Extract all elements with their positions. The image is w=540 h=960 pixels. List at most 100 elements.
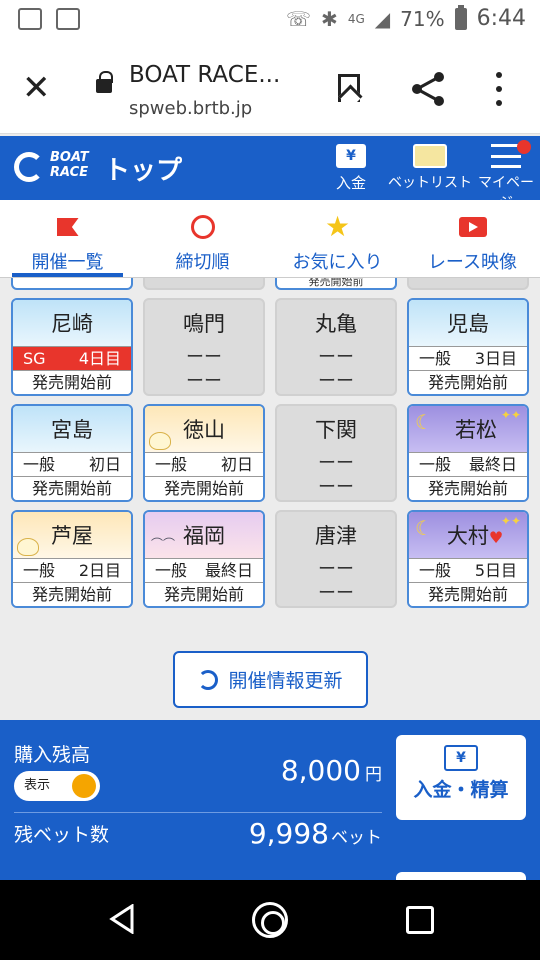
nfc-icon: ☏ (286, 6, 312, 31)
deposit-header-label: 入金 (336, 174, 367, 192)
heart-icon: ♥ (488, 528, 504, 547)
venue-day: 最終日 (204, 561, 253, 580)
venue-card-naruto[interactable]: 鳴門 ーー ーー (143, 298, 265, 396)
system-indicators: ☏ ✱ 4G ◢ 71% 6:44 (286, 4, 526, 31)
moon-icon: ☾ (415, 410, 433, 434)
venue-name-text: 芦屋 (51, 524, 93, 548)
venue-card-karatsu[interactable]: 唐津 ーー ーー (275, 510, 397, 608)
venue-card-partial[interactable] (407, 278, 529, 290)
venue-name: 丸亀 (315, 312, 357, 336)
venue-dash: ーー (186, 371, 222, 392)
venue-grade: 一般 (419, 349, 452, 368)
venue-status: 発売開始前 (145, 476, 263, 500)
venue-grade-row: 一般 最終日 (409, 452, 527, 476)
stars-icon: ✦✦ (500, 514, 521, 528)
venue-card-ashiya[interactable]: 芦屋 一般 2日目 発売開始前 (11, 510, 133, 608)
venue-day: 3日目 (474, 349, 517, 368)
venue-status: 発売開始前 (409, 370, 527, 394)
toggle-label: 表示 (24, 778, 51, 793)
venue-card-omura[interactable]: ☾ ✦✦ 大村♥ 一般 5日目 発売開始前 (407, 510, 529, 608)
balance-panel: 購入残高 表示 8,000 円 残ベット数 9,998 ベット ¥ 入金・精算 (0, 720, 540, 884)
share-icon[interactable] (412, 72, 446, 106)
video-icon (458, 217, 487, 237)
venue-name-text: 大村 (446, 524, 489, 548)
venue-grade-row: 一般 初日 (13, 452, 131, 476)
signal-icon: ◢ (374, 6, 391, 31)
venue-status: 発売開始前 (13, 370, 131, 394)
close-icon[interactable]: ✕ (22, 70, 51, 106)
betlist-header-button[interactable]: ベットリスト (388, 144, 472, 192)
venue-status: 発売開始前 (145, 582, 263, 606)
flag-icon (56, 218, 79, 236)
venue-day: 最終日 (468, 455, 517, 474)
clock-time: 6:44 (476, 6, 526, 31)
balance-amount: 8,000 (280, 754, 361, 787)
star-icon: ★ (324, 210, 351, 243)
venue-card-wakamatsu[interactable]: ☾ ✦✦ 若松 一般 最終日 発売開始前 (407, 404, 529, 502)
remaining-bets-label: 残ベット数 (14, 824, 110, 846)
image-notification-icon (18, 8, 42, 30)
venue-dash: ーー (186, 347, 222, 368)
bluetooth-icon: ✱ (321, 6, 338, 31)
deposit-header-button[interactable]: ¥ 入金 (336, 144, 366, 193)
venue-name: 徳山 (145, 406, 263, 452)
menu-icon (491, 140, 531, 168)
venue-dash: ーー (318, 559, 354, 580)
venue-dash: ーー (318, 453, 354, 474)
back-icon[interactable] (108, 904, 136, 934)
venue-grade: 一般 (155, 561, 188, 580)
network-type: 4G (347, 11, 365, 26)
venue-card-amagasaki[interactable]: 尼崎 SG 4日目 発売開始前 (11, 298, 133, 396)
notification-badge (517, 140, 531, 154)
venue-card-partial[interactable]: 発売開始前 (275, 278, 397, 290)
chick-mascot-icon (149, 432, 171, 450)
tab-label: 開催一覧 (31, 252, 104, 273)
scrolled-venue-row: 発売開始前 (0, 278, 540, 292)
browser-toolbar: ✕ BOAT RACE... spweb.brtb.jp (0, 42, 540, 134)
venue-card-marugame[interactable]: 丸亀 ーー ーー (275, 298, 397, 396)
venue-dash: ーー (318, 477, 354, 498)
venue-name: 鳴門 (183, 312, 225, 336)
bookmark-icon[interactable] (338, 74, 360, 102)
tab-schedule-list[interactable]: 開催一覧 (0, 200, 135, 277)
battery-percent: 71% (400, 6, 445, 31)
page-title[interactable]: BOAT RACE... (129, 62, 280, 88)
venue-name: 唐津 (315, 524, 357, 548)
venue-card-partial[interactable] (11, 278, 133, 290)
app-header: BOAT RACE トップ ¥ 入金 ベットリスト マイページ (0, 136, 540, 211)
app-title: トップ (104, 156, 183, 186)
bets-unit: ベット (331, 828, 382, 848)
tab-deadline-order[interactable]: 締切順 (135, 200, 270, 277)
refresh-schedule-button[interactable]: 開催情報更新 (173, 651, 368, 708)
tab-bar: 開催一覧 締切順 ★ お気に入り レース映像 (0, 200, 540, 278)
venue-day: 初日 (220, 455, 253, 474)
page-url[interactable]: spweb.brtb.jp (129, 98, 252, 119)
home-icon[interactable] (252, 902, 288, 938)
balance-visibility-toggle[interactable]: 表示 (14, 771, 100, 801)
venue-card-fukuoka[interactable]: ⌒⌒ 福岡 一般 最終日 発売開始前 (143, 510, 265, 608)
venue-grade-row: 一般 最終日 (145, 558, 263, 582)
boatrace-logo[interactable]: BOAT RACE (14, 150, 90, 184)
birds-icon: ⌒⌒ (151, 537, 176, 551)
purchase-balance-value: 8,000 円 (281, 754, 382, 787)
venue-card-tokuyama[interactable]: 徳山 一般 初日 発売開始前 (143, 404, 265, 502)
more-options-icon[interactable] (496, 72, 504, 106)
tab-race-video[interactable]: レース映像 (405, 200, 540, 277)
status-bar: ☏ ✱ 4G ◢ 71% 6:44 (0, 0, 540, 42)
venue-card-partial[interactable] (143, 278, 265, 290)
logo-swirl-icon (14, 152, 44, 182)
notification-icons (18, 8, 80, 30)
venue-card-shimonoseki[interactable]: 下関 ーー ーー (275, 404, 397, 502)
venue-grade: SG (23, 349, 46, 368)
recents-icon[interactable] (406, 906, 434, 934)
venue-card-miyajima[interactable]: 宮島 一般 初日 発売開始前 (11, 404, 133, 502)
venue-name-text: 福岡 (183, 524, 225, 548)
tab-favorites[interactable]: ★ お気に入り (270, 200, 405, 277)
venue-card-kojima[interactable]: 児島 一般 3日目 発売開始前 (407, 298, 529, 396)
bets-amount: 9,998 (248, 817, 329, 850)
venue-name-text: 若松 (455, 418, 497, 442)
venue-name: 宮島 (13, 406, 131, 452)
venue-grade: 一般 (155, 455, 188, 474)
deposit-settle-button[interactable]: ¥ 入金・精算 (396, 735, 526, 820)
betlist-header-label: ベットリスト (388, 175, 472, 191)
